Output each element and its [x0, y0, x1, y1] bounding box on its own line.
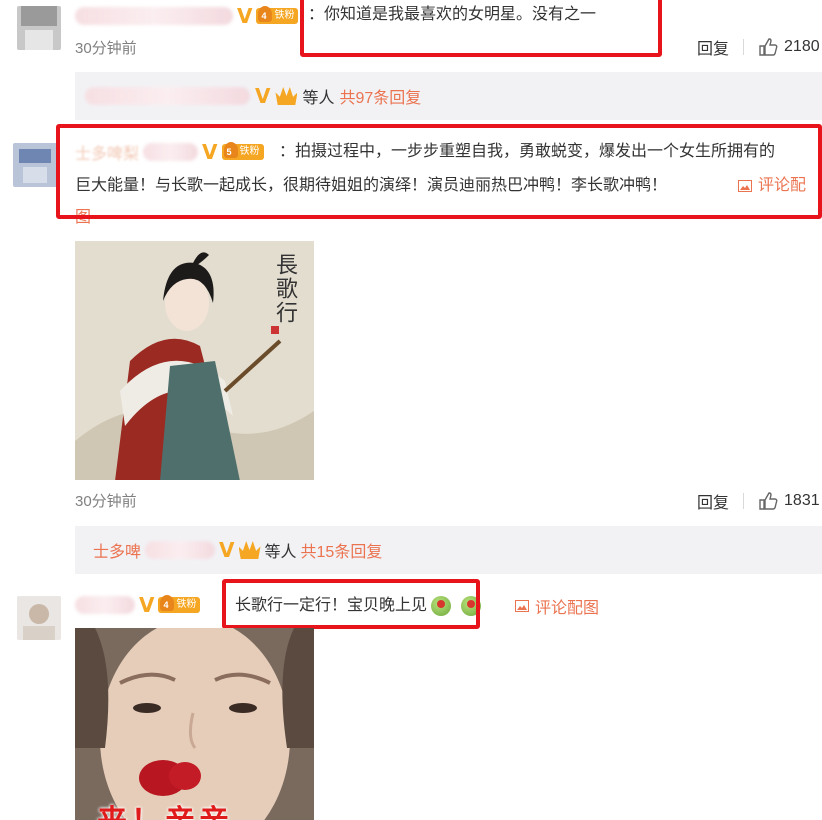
more-replies-link[interactable]: 共15条回复 [301, 538, 383, 562]
fan-badge-label: 铁粉 [274, 10, 295, 21]
username[interactable] [75, 596, 135, 614]
thumb-up-icon [759, 38, 778, 56]
sticker-caption: 来！亲亲 [97, 796, 233, 820]
divider [743, 493, 745, 509]
crown-icon [238, 541, 261, 559]
image-icon [515, 600, 529, 612]
view-picture-link[interactable]: 评论配图 [515, 589, 599, 623]
like-button[interactable]: 1831 [758, 491, 820, 511]
reply-summary-bar[interactable]: V 等人 共97条回复 [75, 72, 822, 120]
crown-icon [275, 87, 298, 105]
like-count: 1831 [784, 492, 820, 509]
reply-username[interactable]: 士多啤 [93, 538, 141, 562]
verified-v-icon: V [255, 84, 271, 108]
reply-suffix: 等人 [302, 90, 335, 107]
reply-username-blur [145, 541, 216, 559]
thumb-up-icon [759, 492, 778, 510]
avatar[interactable] [13, 143, 57, 187]
verified-v-icon: V [219, 538, 235, 562]
avatar[interactable] [17, 596, 61, 640]
timestamp: 30分钟前 [75, 493, 137, 510]
fan-level: 4 [261, 11, 267, 21]
like-count: 2180 [784, 38, 820, 55]
highlight-box [222, 579, 480, 629]
reply-username[interactable] [85, 87, 250, 105]
divider [743, 39, 745, 55]
reply-summary-bar[interactable]: 士多啤 V 等人 共15条回复 [75, 526, 822, 574]
fan-level: 4 [163, 600, 169, 610]
highlight-box [56, 124, 822, 219]
fan-badge: 4 铁粉 [158, 595, 201, 613]
like-button[interactable]: 2180 [758, 37, 820, 57]
reply-button[interactable]: 回复 [697, 35, 729, 59]
reply-button[interactable]: 回复 [697, 489, 729, 513]
avatar[interactable] [17, 6, 61, 50]
username[interactable] [75, 7, 233, 25]
poster-title: 長歌行 [272, 253, 297, 325]
verified-v-icon: V [139, 593, 155, 617]
fan-level: 5 [226, 147, 232, 157]
more-replies-link[interactable]: 共97条回复 [340, 84, 422, 108]
highlight-box [300, 0, 662, 57]
view-picture-label: 评论配图 [535, 600, 600, 617]
timestamp: 30分钟前 [75, 40, 137, 57]
verified-v-icon: V [237, 4, 253, 28]
reply-suffix: 等人 [264, 544, 297, 561]
fan-badge-label: 铁粉 [176, 599, 197, 610]
comment-image[interactable]: 長歌行 [75, 241, 314, 480]
fan-badge: 4 铁粉 [256, 6, 299, 24]
comment-image[interactable]: 来！亲亲 [75, 628, 314, 820]
